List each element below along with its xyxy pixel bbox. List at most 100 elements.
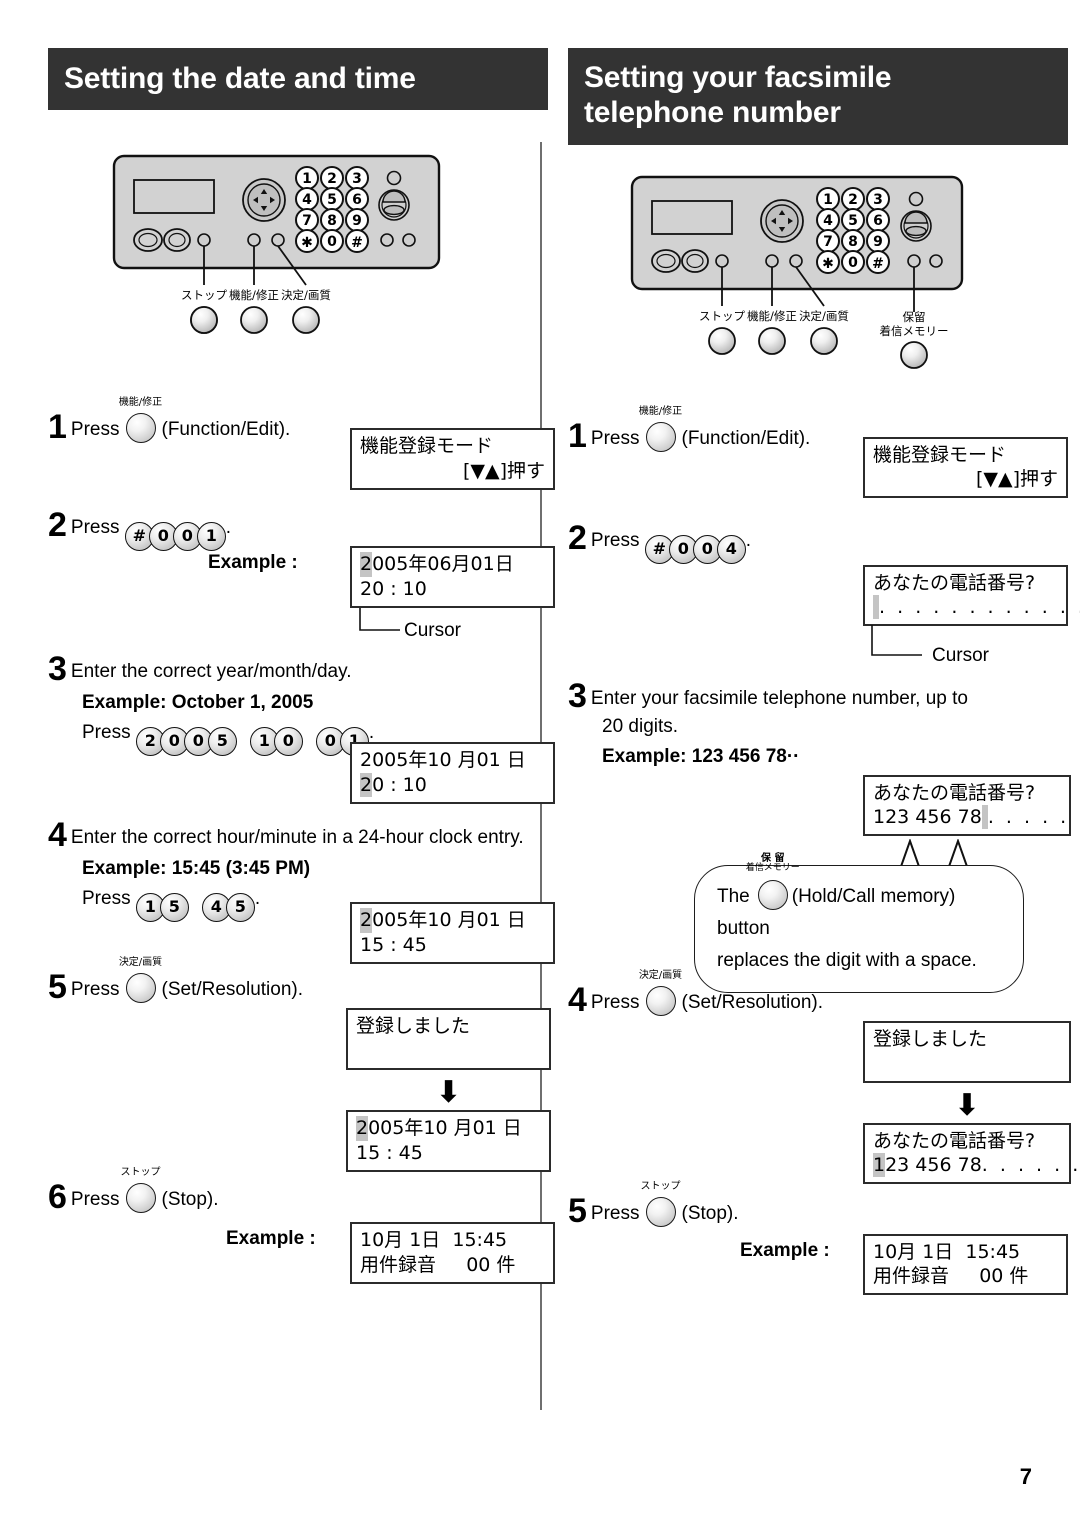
lcd-line-1-rest: 005年06月01日 — [372, 553, 514, 576]
example-bold: Example: 15:45 (3:45 PM) — [82, 858, 311, 880]
lcd-cursor: 2 — [356, 1116, 369, 1141]
lcd-line-2: 15 : 45 — [356, 1141, 423, 1164]
press-label: Press — [590, 991, 640, 1013]
set-resolution-button-icon[interactable]: 決定/画質 — [639, 970, 682, 1016]
key-5[interactable]: 5 — [225, 893, 255, 923]
lcd-line-2-dots: . . . . . . . . . . . . . — [879, 596, 1080, 619]
svg-text:9: 9 — [873, 234, 883, 250]
key-5[interactable]: 5 — [159, 893, 189, 923]
svg-text:4: 4 — [302, 192, 312, 208]
example-label: Example : — [740, 1239, 830, 1261]
key-1[interactable]: 1 — [196, 522, 226, 552]
right-device-illustration: 1 2 3 4 5 6 7 8 9 ✱ 0 # ストップ 機能/修正 決定/画質… — [624, 169, 1068, 369]
lcd-display-result: あなたの電話番号? 123 456 78. . . . . . — [863, 1122, 1078, 1185]
svg-text:7: 7 — [302, 213, 312, 229]
step-text: Press 機能/修正 (Function/Edit). — [71, 398, 290, 444]
svg-text:6: 6 — [873, 213, 883, 229]
press-label: Press — [590, 1202, 640, 1224]
function-edit-button-icon[interactable]: 機能/修正 — [639, 406, 682, 452]
key-group-year: 2005 — [135, 727, 237, 757]
svg-text:4: 4 — [823, 213, 833, 229]
keypad-sequence: #0 0 1 — [124, 522, 226, 552]
left-step-2: 2 Press #0 0 1. Example : 2005年06月01日 20 : … — [48, 508, 555, 641]
key-group-month: 10 — [249, 727, 303, 757]
svg-text:6: 6 — [352, 192, 362, 208]
lcd-cursor: 2 — [360, 908, 373, 933]
press-label: Press — [70, 1189, 120, 1211]
step-number: 5 — [48, 968, 67, 1007]
svg-text:保留: 保留 — [903, 310, 926, 324]
svg-text:0: 0 — [327, 234, 337, 250]
button-name: (Set/Resolution). — [161, 979, 304, 1001]
press-label: Press — [82, 888, 131, 910]
key-5[interactable]: 5 — [207, 727, 237, 757]
lcd-cursor: 2 — [360, 772, 373, 798]
lcd-line-1: 2005年10 月01 日 — [360, 908, 545, 933]
lcd-display: 機能登録モード [▼▲]押す — [350, 428, 555, 491]
button-caption: 機能/修正 — [118, 397, 163, 409]
svg-text:機能/修正: 機能/修正 — [229, 288, 279, 302]
manual-page: Setting the date and time 1 2 3 4 5 6 7 … — [0, 0, 1080, 1528]
svg-text:着信メモリー: 着信メモリー — [880, 324, 949, 338]
lcd-line-2: 15 : 45 — [360, 933, 427, 956]
lcd-line-1-rest: 005年10 月01 日 — [368, 1117, 522, 1140]
press-label: Press — [590, 529, 640, 551]
lcd-display: 機能登録モード [▼▲]押す — [863, 436, 1068, 499]
svg-text:#: # — [351, 235, 363, 251]
lcd-line-2: 20 : 10 — [360, 772, 545, 798]
lcd-line-1: 2005年10 月01 日 — [356, 1116, 541, 1141]
step-number: 5 — [568, 1191, 587, 1230]
svg-text:9: 9 — [352, 213, 362, 229]
svg-text:ストップ: ストップ — [181, 288, 227, 302]
key-0[interactable]: 0 — [273, 727, 303, 757]
key-group-minute: 45 — [201, 893, 255, 923]
press-label: Press — [70, 979, 120, 1001]
function-edit-button-icon[interactable]: 機能/修正 — [119, 398, 162, 444]
right-section-title: Setting your facsimile telephone number — [568, 48, 1068, 145]
lcd-line-2-dots: . . . . . — [987, 806, 1070, 829]
lcd-display-result: 2005年10 月01 日 15 : 45 — [346, 1110, 551, 1173]
lcd-display: 2005年10 月01 日 15 : 45 — [350, 902, 555, 965]
left-step-1: 1 Press 機能/修正 (Function/Edit). 機能登録モード [▼▲]… — [48, 398, 555, 496]
cursor-label: Cursor — [404, 620, 462, 642]
button-caption-line2: 着信メモリー — [745, 862, 800, 873]
step-number: 6 — [48, 1178, 67, 1217]
key-group-hour: 15 — [135, 893, 189, 923]
svg-text:8: 8 — [327, 213, 337, 229]
button-circle — [125, 973, 156, 1004]
lcd-line-2: [▼▲]押す — [975, 468, 1058, 491]
trailing-period: . — [225, 517, 232, 539]
step-text-line1: Enter your facsimile telephone number, u… — [590, 687, 968, 709]
bubble-prefix: The — [717, 885, 750, 907]
right-step-2: 2 Press #0 0 4. あなたの電話番号? . . . . . . . . .… — [568, 521, 1080, 666]
step-number: 3 — [48, 650, 67, 689]
lcd-display: 10月 1日 15:45 用件録音 00 件 — [350, 1222, 555, 1285]
button-caption: 機能/修正 — [638, 405, 683, 417]
cursor-label: Cursor — [932, 644, 990, 666]
example-bold: Example: 123 456 78·· — [602, 745, 800, 767]
button-name: (Set/Resolution). — [681, 991, 824, 1013]
lcd-line-2: 123 456 78. . . . . . — [873, 1153, 1078, 1178]
button-circle — [125, 413, 156, 444]
lcd-line-1: 機能登録モード — [360, 435, 494, 458]
lcd-display: あなたの電話番号? 123 456 78 . . . . . — [863, 774, 1071, 837]
right-step-5: 5 Press ストップ (Stop). Example : 10月 1日 15:45… — [568, 1181, 1068, 1304]
hold-call-memory-button-icon[interactable]: 保 留着信メモリー — [746, 853, 800, 910]
press-label: Press — [590, 427, 640, 449]
svg-text:3: 3 — [352, 171, 362, 187]
key-4[interactable]: 4 — [716, 534, 746, 564]
set-resolution-button-icon[interactable]: 決定/画質 — [119, 958, 162, 1004]
trailing-period: . — [368, 722, 375, 744]
svg-text:2: 2 — [848, 192, 858, 208]
step-number: 4 — [568, 980, 587, 1019]
keypad-sequence: 20051001 — [135, 727, 369, 757]
lcd-number: 123 456 78 — [873, 806, 982, 829]
button-caption: ストップ — [120, 1167, 161, 1179]
button-circle — [645, 985, 676, 1016]
stop-button-icon[interactable]: ストップ — [121, 1168, 161, 1214]
lcd-line-1: あなたの電話番号? — [873, 1129, 1036, 1152]
left-step-5: 5 Press 決定/画質 (Set/Resolution). 登録しました ⬇ 20… — [48, 958, 551, 1173]
lcd-line-1: 2005年10 月01 日 — [360, 749, 526, 772]
button-name: (Stop). — [681, 1202, 739, 1224]
stop-button-icon[interactable]: ストップ — [641, 1181, 681, 1227]
